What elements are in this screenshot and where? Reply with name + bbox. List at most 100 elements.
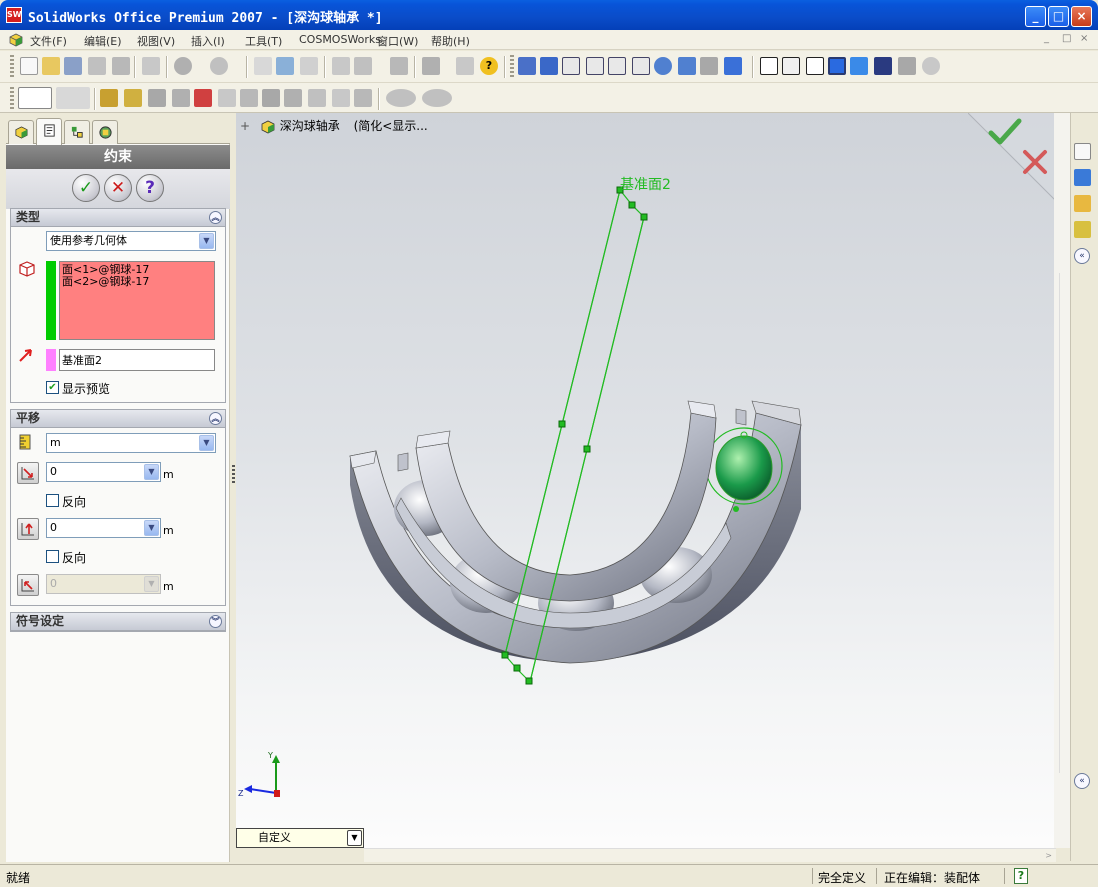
hole-series-icon[interactable] (284, 89, 302, 107)
offset2-direction-button[interactable] (17, 518, 39, 540)
vertical-scrollbar[interactable] (1054, 113, 1070, 848)
new-file-icon[interactable] (20, 57, 38, 75)
splitter-grip-icon[interactable] (232, 465, 235, 485)
expand-task-pane-icon[interactable]: « (1074, 248, 1090, 264)
plane-handle[interactable] (640, 213, 648, 221)
zoom-in-out-icon[interactable] (608, 57, 626, 75)
grid-icon[interactable] (332, 57, 350, 75)
filter-icon[interactable] (276, 57, 294, 75)
collapse-task-pane-icon[interactable]: « (1074, 773, 1090, 789)
realview-icon[interactable] (922, 57, 940, 75)
tab-display-manager[interactable] (92, 120, 118, 144)
plane-label[interactable]: 基准面2 (620, 176, 671, 193)
hidden-lines-removed-icon[interactable] (806, 57, 824, 75)
plane-handle[interactable] (513, 664, 521, 672)
wireframe-icon[interactable] (760, 57, 778, 75)
offset1-direction-button[interactable] (17, 462, 39, 484)
type-group-header[interactable]: 类型 ︽ (11, 209, 225, 227)
toolbar-grip[interactable] (10, 87, 14, 111)
chevron-down-icon[interactable]: ▼ (144, 520, 159, 536)
zoom-selection-icon[interactable] (632, 57, 650, 75)
plane-handle[interactable] (558, 420, 566, 428)
previous-view-icon[interactable] (700, 57, 718, 75)
zoom-area-icon[interactable] (586, 57, 604, 75)
reverse2-checkbox[interactable] (46, 550, 59, 563)
explode-icon[interactable] (240, 89, 258, 107)
options-icon[interactable] (390, 57, 408, 75)
chevron-down-icon[interactable]: ▼ (347, 830, 362, 846)
smart-fasteners-icon[interactable] (218, 89, 236, 107)
menu-edit[interactable]: 编辑(E) (84, 33, 122, 49)
scroll-right-icon[interactable]: > (1045, 851, 1052, 860)
translate-group-header[interactable]: 平移 ︽ (11, 410, 225, 428)
menu-insert[interactable]: 插入(I) (191, 33, 225, 49)
expand-symbol-settings-icon[interactable]: ︾ (209, 615, 222, 628)
sketch-options-icon[interactable] (354, 57, 372, 75)
menu-file[interactable]: 文件(F) (30, 33, 67, 49)
shaded-icon[interactable] (850, 57, 868, 75)
scroll-track[interactable] (1059, 273, 1065, 773)
help-icon[interactable]: ? (480, 57, 498, 75)
edit-component-dropdown[interactable] (18, 87, 52, 109)
undo-icon[interactable] (174, 57, 192, 75)
solidworks-app-icon[interactable]: SW (6, 7, 22, 23)
redo-icon[interactable] (210, 57, 228, 75)
doc-minimize-button[interactable]: _ (1044, 33, 1049, 44)
3d-part-icon[interactable] (422, 57, 440, 75)
simulation-dropdown[interactable] (386, 89, 416, 107)
move-component-icon[interactable] (148, 89, 166, 107)
design-library-icon[interactable] (1074, 169, 1091, 186)
view-orientation-icon[interactable] (518, 57, 536, 75)
doc-restore-button[interactable]: □ (1062, 33, 1071, 44)
tab-feature-manager[interactable] (8, 120, 34, 144)
plane-handle[interactable] (525, 677, 533, 685)
home-icon[interactable] (1074, 143, 1091, 160)
graphics-area[interactable]: + 深沟球轴承 (简化<显示... 基准面2 Y Z (236, 113, 1070, 848)
chevron-down-icon[interactable]: ▼ (144, 576, 159, 592)
select-arrow-icon[interactable] (254, 57, 272, 75)
menu-view[interactable]: 视图(V) (137, 33, 175, 49)
document-cube-icon[interactable] (8, 32, 24, 48)
offset2-input[interactable]: 0 ▼ (46, 518, 161, 538)
close-button[interactable]: × (1071, 6, 1092, 27)
reference-plane-field[interactable]: 基准面2 (59, 349, 215, 371)
rotate-component-icon[interactable] (172, 89, 190, 107)
symbol-settings-header[interactable]: 符号设定 ︾ (11, 613, 225, 631)
menu-help[interactable]: 帮助(H) (431, 33, 470, 49)
plane-handle[interactable] (501, 651, 509, 659)
section-view-icon[interactable] (898, 57, 916, 75)
print-icon[interactable] (88, 57, 106, 75)
print-preview-icon[interactable] (112, 57, 130, 75)
assembly-feature-icon[interactable] (332, 89, 350, 107)
doc-close-button[interactable]: × (1080, 33, 1088, 44)
show-preview-checkbox[interactable]: ✔ (46, 381, 59, 394)
drawing-icon[interactable] (456, 57, 474, 75)
mate-icon[interactable] (100, 89, 118, 107)
horizontal-scrollbar[interactable]: > (364, 848, 1056, 862)
view-palette-icon[interactable] (1074, 221, 1091, 238)
rebuild-icon[interactable] (300, 57, 318, 75)
standard-views-icon[interactable] (724, 57, 742, 75)
maximize-button[interactable]: □ (1048, 6, 1069, 27)
chevron-down-icon[interactable]: ▼ (199, 233, 214, 249)
rotate-icon[interactable] (654, 57, 672, 75)
ok-button[interactable]: ✓ (72, 174, 100, 202)
plane-handle[interactable] (583, 445, 591, 453)
hidden-lines-visible-icon[interactable] (782, 57, 800, 75)
selected-entities-list[interactable]: 面<1>@钢球-17 面<2>@钢球-17 (59, 261, 215, 340)
weld-bead-icon[interactable] (308, 89, 326, 107)
help-button[interactable]: ? (136, 174, 164, 202)
hide-show-icon[interactable] (354, 89, 372, 107)
menu-tools[interactable]: 工具(T) (245, 33, 282, 49)
list-item[interactable]: 面<2>@钢球-17 (62, 276, 212, 288)
shadows-icon[interactable] (874, 57, 892, 75)
interference-icon[interactable] (194, 89, 212, 107)
menu-window[interactable]: 窗口(W) (377, 33, 418, 49)
toolbar-grip[interactable] (10, 55, 14, 79)
tab-configuration-manager[interactable] (64, 120, 90, 144)
menu-cosmosworks[interactable]: COSMOSWorks (299, 33, 381, 46)
shaded-with-edges-icon[interactable] (828, 57, 846, 75)
chevron-down-icon[interactable]: ▼ (144, 464, 159, 480)
open-file-icon[interactable] (42, 57, 60, 75)
bearing-model-view[interactable]: 基准面2 Y Z (236, 113, 1070, 848)
